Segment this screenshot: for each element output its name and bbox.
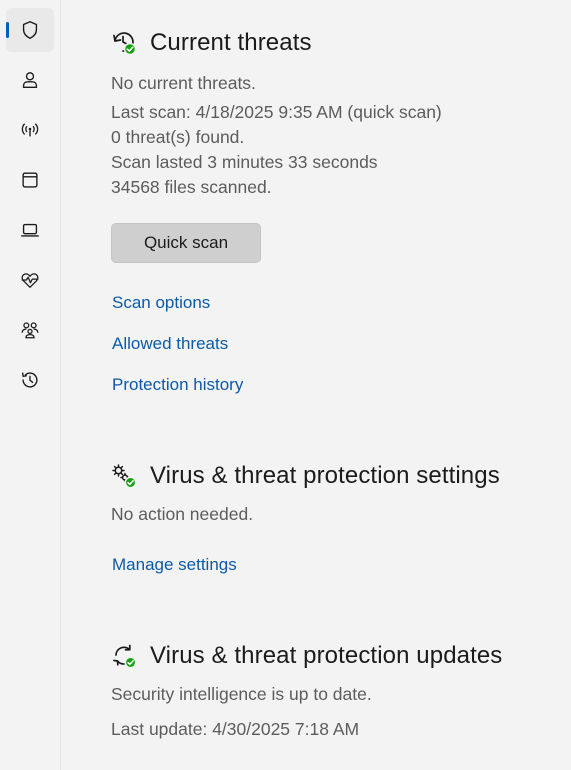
sidebar-nav xyxy=(0,0,61,770)
scan-options-link[interactable]: Scan options xyxy=(112,293,210,313)
person-icon xyxy=(22,72,38,89)
history-icon xyxy=(21,372,38,388)
laptop-icon xyxy=(21,223,39,237)
files-scanned-text: 34568 files scanned. xyxy=(111,177,272,197)
quick-scan-button[interactable]: Quick scan xyxy=(111,223,261,263)
threat-status-text: No current threats. xyxy=(111,73,256,93)
clock-check-icon xyxy=(113,32,137,56)
sidebar-item-account-protection[interactable] xyxy=(6,58,54,102)
allowed-threats-link[interactable]: Allowed threats xyxy=(112,334,228,354)
protection-history-link[interactable]: Protection history xyxy=(112,375,243,395)
sidebar-item-virus-protection[interactable] xyxy=(6,8,54,52)
manage-settings-link[interactable]: Manage settings xyxy=(112,555,237,575)
scan-duration-text: Scan lasted 3 minutes 33 seconds xyxy=(111,152,378,172)
app-window-icon xyxy=(22,172,38,188)
updates-status-text: Security intelligence is up to date. xyxy=(111,684,372,704)
last-scan-text: Last scan: 4/18/2025 9:35 AM (quick scan… xyxy=(111,102,442,122)
sync-check-icon xyxy=(113,644,137,669)
heart-pulse-icon xyxy=(21,273,39,288)
gears-check-icon xyxy=(112,464,137,489)
protection-settings-header: Virus & threat protection settings xyxy=(111,462,500,490)
sidebar-item-family-options[interactable] xyxy=(6,308,54,352)
sidebar-item-device-health[interactable] xyxy=(6,258,54,302)
sidebar-item-app-browser-control[interactable] xyxy=(6,158,54,202)
sidebar-item-firewall[interactable] xyxy=(6,108,54,152)
sidebar-item-protection-history[interactable] xyxy=(6,358,54,402)
family-icon xyxy=(21,322,39,339)
active-indicator xyxy=(6,22,9,38)
protection-updates-title: Virus & threat protection updates xyxy=(150,642,503,669)
sidebar-item-device-security[interactable] xyxy=(6,208,54,252)
wireless-icon xyxy=(21,123,39,137)
main-content: Current threats No current threats. Last… xyxy=(61,0,571,770)
current-threats-header: Current threats xyxy=(111,29,312,57)
threats-found-text: 0 threat(s) found. xyxy=(111,127,245,147)
protection-updates-header: Virus & threat protection updates xyxy=(111,642,502,670)
protection-settings-title: Virus & threat protection settings xyxy=(150,462,500,489)
settings-status-text: No action needed. xyxy=(111,504,254,524)
shield-icon xyxy=(22,21,38,39)
last-update-text: Last update: 4/30/2025 7:18 AM xyxy=(111,719,360,739)
current-threats-title: Current threats xyxy=(150,29,312,56)
